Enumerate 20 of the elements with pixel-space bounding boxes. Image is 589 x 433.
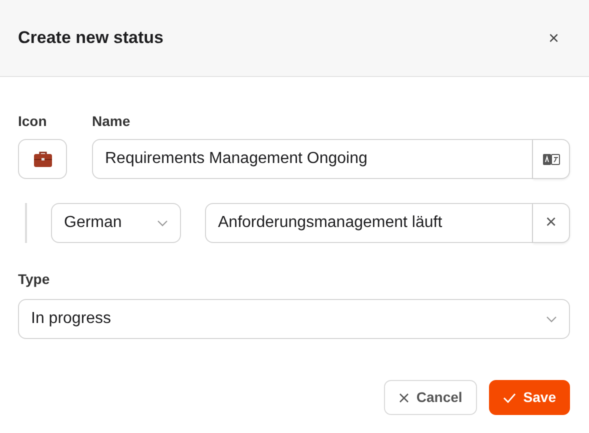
field-label: Type [18,270,51,289]
language-select[interactable]: German [51,203,181,243]
remove-button[interactable]: × [533,203,570,243]
icon-picker-button[interactable] [18,139,67,179]
cancel-button[interactable]: Cancel [384,380,478,415]
translate-button[interactable] [533,139,570,179]
type-select[interactable]: In progress [18,299,570,339]
field-label: Icon [18,112,48,131]
checkmark-icon [503,392,516,402]
close-button[interactable]: × [536,29,571,47]
field-label: Name [92,112,132,131]
save-button[interactable]: Save [489,380,570,415]
translate-icon [542,154,560,164]
chevron-down-icon [546,316,557,322]
close-icon [399,392,410,402]
translation-field[interactable]: Anforderungsmanagement läuft [205,203,533,243]
name-field[interactable]: Requirements Management Ongoing [92,139,533,179]
dialog-title: Create new status [18,27,164,50]
chevron-down-icon [157,220,168,226]
briefcase-icon [34,151,52,167]
